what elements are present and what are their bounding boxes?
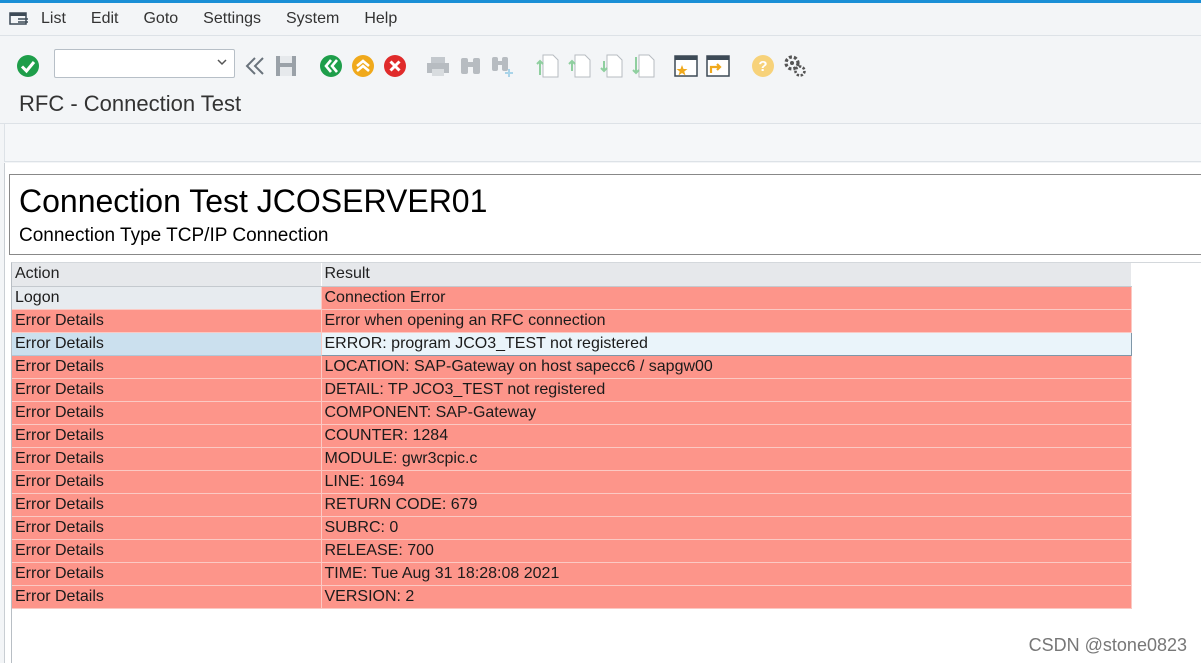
command-input[interactable] xyxy=(59,50,209,76)
table-row[interactable]: Error Details LINE: 1694 xyxy=(12,470,1132,494)
table-row[interactable]: Error Details TIME: Tue Aug 31 18:28:08 … xyxy=(12,562,1132,586)
action-cell: Error Details xyxy=(12,585,322,609)
title-bar: RFC - Connection Test xyxy=(0,86,1201,124)
result-table-container: Action Result Logon Connection Error Err… xyxy=(11,262,1201,663)
menu-list[interactable]: List xyxy=(41,10,66,28)
result-cell: LOCATION: SAP-Gateway on host sapecc6 / … xyxy=(321,355,1132,379)
shortcut-icon[interactable] xyxy=(705,53,731,79)
result-table: Action Result Logon Connection Error Err… xyxy=(12,263,1132,609)
action-cell: Error Details xyxy=(12,470,322,494)
result-cell: RELEASE: 700 xyxy=(321,539,1132,563)
table-row[interactable]: Error Details RELEASE: 700 xyxy=(12,539,1132,563)
back-icon[interactable] xyxy=(318,53,344,79)
report-content: Connection Test JCOSERVER01 Connection T… xyxy=(4,163,1201,663)
action-cell: Error Details xyxy=(12,424,322,448)
enter-icon[interactable] xyxy=(15,53,41,79)
table-row[interactable]: Error Details DETAIL: TP JCO3_TEST not r… xyxy=(12,378,1132,402)
report-subheading: Connection Type TCP/IP Connection xyxy=(19,225,329,246)
result-cell: LINE: 1694 xyxy=(321,470,1132,494)
result-cell: COMPONENT: SAP-Gateway xyxy=(321,401,1132,425)
page-title: RFC - Connection Test xyxy=(19,91,242,116)
result-cell: SUBRC: 0 xyxy=(321,516,1132,540)
create-session-icon[interactable] xyxy=(673,53,699,79)
action-cell: Error Details xyxy=(12,355,322,379)
column-header-result[interactable]: Result xyxy=(321,263,1132,287)
action-cell: Error Details xyxy=(12,539,322,563)
action-cell: Error Details xyxy=(12,401,322,425)
result-cell: TIME: Tue Aug 31 18:28:08 2021 xyxy=(321,562,1132,586)
menu-help[interactable]: Help xyxy=(364,10,397,28)
menu-system[interactable]: System xyxy=(286,10,339,28)
action-cell: Error Details xyxy=(12,562,322,586)
action-cell: Error Details xyxy=(12,516,322,540)
menu-edit[interactable]: Edit xyxy=(91,10,119,28)
previous-page-icon[interactable] xyxy=(567,53,593,79)
help-icon[interactable]: ? xyxy=(750,53,776,79)
table-row-selected[interactable]: Error Details ERROR: program JCO3_TEST n… xyxy=(12,331,1132,356)
chevron-down-icon[interactable] xyxy=(216,55,228,73)
report-heading: Connection Test JCOSERVER01 xyxy=(19,183,488,219)
table-row[interactable]: Error Details COMPONENT: SAP-Gateway xyxy=(12,401,1132,425)
table-row[interactable]: Logon Connection Error xyxy=(12,286,1132,310)
result-cell: Connection Error xyxy=(321,286,1132,310)
action-cell: Error Details xyxy=(12,309,322,333)
table-row[interactable]: Error Details RETURN CODE: 679 xyxy=(12,493,1132,517)
back-double-icon[interactable] xyxy=(242,53,268,79)
column-header-action[interactable]: Action xyxy=(12,263,322,287)
result-cell: Error when opening an RFC connection xyxy=(321,309,1132,333)
result-cell: DETAIL: TP JCO3_TEST not registered xyxy=(321,378,1132,402)
last-page-icon[interactable] xyxy=(631,53,657,79)
customize-icon[interactable] xyxy=(782,53,808,79)
exit-icon[interactable] xyxy=(350,53,376,79)
table-row[interactable]: Error Details SUBRC: 0 xyxy=(12,516,1132,540)
table-header-row: Action Result xyxy=(12,263,1132,287)
save-icon[interactable] xyxy=(273,53,299,79)
table-row[interactable]: Error Details VERSION: 2 xyxy=(12,585,1132,609)
action-cell: Error Details xyxy=(12,493,322,517)
first-page-icon[interactable] xyxy=(535,53,561,79)
action-cell: Logon xyxy=(12,286,322,310)
menu-bar: List Edit Goto Settings System Help xyxy=(0,3,1201,36)
print-icon[interactable] xyxy=(425,53,451,79)
find-icon[interactable] xyxy=(458,53,484,79)
find-next-icon[interactable] xyxy=(490,53,516,79)
next-page-icon[interactable] xyxy=(599,53,625,79)
svg-text:?: ? xyxy=(758,58,767,75)
toolbar: ? xyxy=(0,44,1201,86)
result-cell: ERROR: program JCO3_TEST not registered xyxy=(320,331,1132,356)
table-row[interactable]: Error Details MODULE: gwr3cpic.c xyxy=(12,447,1132,471)
result-cell: RETURN CODE: 679 xyxy=(321,493,1132,517)
table-row[interactable]: Error Details Error when opening an RFC … xyxy=(12,309,1132,333)
action-cell: Error Details xyxy=(12,378,322,402)
action-cell: Error Details xyxy=(12,447,322,471)
application-toolbar xyxy=(4,124,1201,162)
result-cell: COUNTER: 1284 xyxy=(321,424,1132,448)
table-row[interactable]: Error Details LOCATION: SAP-Gateway on h… xyxy=(12,355,1132,379)
cancel-icon[interactable] xyxy=(382,53,408,79)
action-cell: Error Details xyxy=(12,332,322,356)
menu-settings[interactable]: Settings xyxy=(203,10,261,28)
command-field[interactable] xyxy=(54,49,235,78)
result-cell: MODULE: gwr3cpic.c xyxy=(321,447,1132,471)
result-cell: VERSION: 2 xyxy=(321,585,1132,609)
menu-icon[interactable] xyxy=(9,11,29,27)
menu-goto[interactable]: Goto xyxy=(143,10,178,28)
report-header: Connection Test JCOSERVER01 Connection T… xyxy=(9,174,1201,255)
watermark: CSDN @stone0823 xyxy=(1028,635,1187,655)
table-row[interactable]: Error Details COUNTER: 1284 xyxy=(12,424,1132,448)
